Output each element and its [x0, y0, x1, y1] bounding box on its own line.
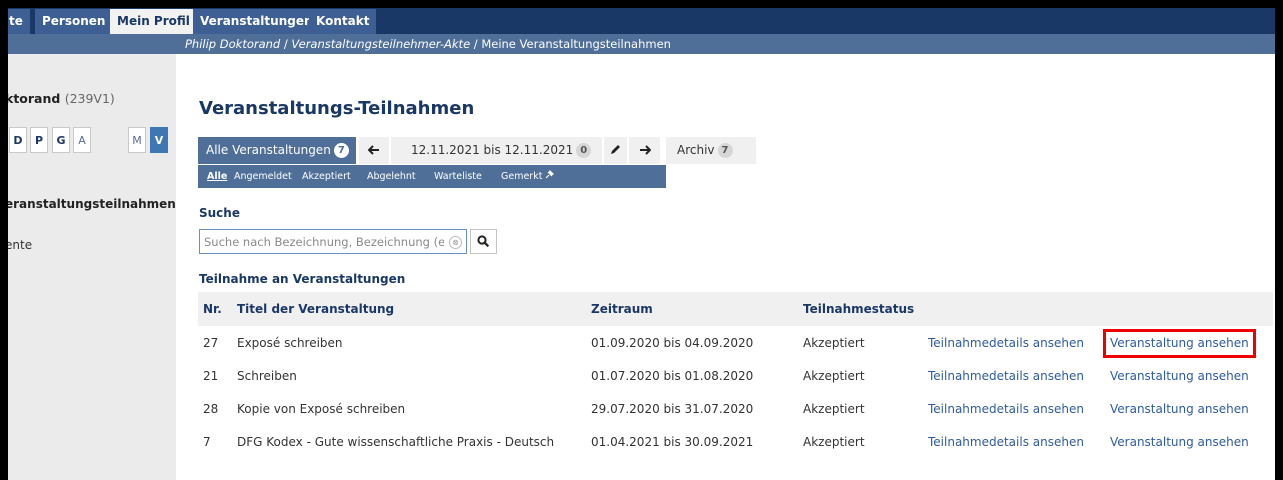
row-nr: 27 [203, 336, 219, 350]
page-title: Veranstaltungs-Teilnahmen [199, 98, 475, 119]
view-event-link[interactable]: Veranstaltung ansehen [1110, 426, 1249, 459]
top-navigation: te Personen Mein Profil Veranstaltungen … [8, 8, 1275, 34]
profile-name: ktorand (239V1) [8, 91, 115, 106]
pin-icon [546, 169, 555, 179]
sidebar-item-ente[interactable]: ente [8, 238, 32, 252]
status-tab-angemeldet[interactable]: Angemeldet [234, 165, 292, 188]
breadcrumb-item-person[interactable]: Philip Doktorand [185, 37, 280, 51]
row-nr: 28 [203, 402, 219, 416]
sidebar: ktorand (239V1) D P G A M V eranstaltung… [8, 54, 176, 480]
status-tab-gemerkt[interactable]: Gemerkt [501, 165, 555, 188]
search-field: ⊗ [199, 229, 467, 254]
tab-kontakt[interactable]: Kontakt [309, 9, 377, 34]
row-nr: 7 [203, 435, 211, 449]
status-tab-alle[interactable]: Alle [207, 165, 227, 188]
header-title: Titel der Veranstaltung [237, 302, 395, 316]
header-nr: Nr. [203, 302, 222, 316]
row-title: DFG Kodex - Gute wissenschaftliche Praxi… [237, 435, 555, 449]
all-events-count: 7 [333, 143, 349, 158]
status-tab-warteliste[interactable]: Warteliste [434, 165, 482, 188]
row-period: 01.07.2020 bis 01.08.2020 [591, 369, 754, 383]
row-title: Kopie von Exposé schreiben [237, 402, 406, 416]
search-button[interactable] [470, 229, 497, 254]
tab-mein-profil[interactable]: Mein Profil [110, 9, 197, 34]
header-status: Teilnahmestatus [803, 302, 915, 316]
row-title: Schreiben [237, 369, 297, 383]
row-status: Akzeptiert [803, 402, 865, 416]
table-header: Nr. Titel der Veranstaltung Zeitraum Tei… [198, 292, 1273, 326]
profile-code: (239V1) [64, 91, 115, 106]
table-row: 7 DFG Kodex - Gute wissenschaftliche Pra… [198, 426, 1273, 459]
row-period: 01.04.2021 bis 30.09.2021 [591, 435, 754, 449]
status-filter-bar: Alle Angemeldet Akzeptiert Abgelehnt War… [198, 165, 666, 188]
section-tab-a[interactable]: A [73, 127, 91, 153]
row-period: 01.09.2020 bis 04.09.2020 [591, 336, 754, 350]
date-range-count: 0 [576, 143, 592, 158]
table-row: 21 Schreiben 01.07.2020 bis 01.08.2020 A… [198, 360, 1273, 393]
date-range-filter[interactable]: 12.11.2021 bis 12.11.2021 0 [391, 137, 602, 164]
breadcrumb: Philip Doktorand / Veranstaltungsteilneh… [185, 34, 671, 54]
arrow-left-icon [367, 145, 379, 155]
breadcrumb-item-current: Meine Veranstaltungsteilnahmen [481, 37, 671, 51]
view-event-link[interactable]: Veranstaltung ansehen [1110, 360, 1249, 393]
tab-veranstaltungen[interactable]: Veranstaltungen [193, 9, 320, 34]
status-tab-gemerkt-label: Gemerkt [501, 171, 543, 182]
next-period-button[interactable] [629, 137, 660, 164]
breadcrumb-bar: Philip Doktorand / Veranstaltungsteilneh… [8, 34, 1275, 54]
breadcrumb-item-akte[interactable]: Veranstaltungsteilnehmer-Akte [291, 37, 470, 51]
search-label: Suche [199, 206, 240, 220]
view-event-link[interactable]: Veranstaltung ansehen [1103, 329, 1256, 358]
profile-name-text: ktorand [8, 91, 61, 106]
edit-period-button[interactable] [604, 137, 627, 164]
previous-period-button[interactable] [359, 137, 389, 164]
pencil-icon [611, 145, 620, 154]
all-events-button[interactable]: Alle Veranstaltungen 7 [198, 137, 356, 164]
search-input[interactable] [204, 233, 444, 251]
all-events-label: Alle Veranstaltungen [206, 143, 331, 157]
sidebar-item-veranstaltungsteilnahmen[interactable]: eranstaltungsteilnahmen [8, 197, 176, 211]
row-status: Akzeptiert [803, 369, 865, 383]
browser-frame: te Personen Mein Profil Veranstaltungen … [8, 8, 1275, 480]
view-event-link[interactable]: Veranstaltung ansehen [1110, 393, 1249, 426]
section-tab-m[interactable]: M [128, 127, 146, 153]
breadcrumb-separator: / [473, 37, 478, 51]
section-tab-p[interactable]: P [30, 127, 48, 153]
section-tab-d[interactable]: D [9, 127, 27, 153]
tab-personen[interactable]: Personen [35, 9, 113, 34]
archive-count: 7 [717, 143, 733, 158]
header-period: Zeitraum [591, 302, 653, 316]
table-row: 28 Kopie von Exposé schreiben 29.07.2020… [198, 393, 1273, 426]
arrow-right-icon [639, 145, 651, 155]
status-tab-abgelehnt[interactable]: Abgelehnt [367, 165, 416, 188]
breadcrumb-separator: / [283, 37, 288, 51]
status-tab-akzeptiert[interactable]: Akzeptiert [302, 165, 351, 188]
section-tab-g[interactable]: G [52, 127, 70, 153]
view-details-link[interactable]: Teilnahmedetails ansehen [928, 426, 1084, 459]
row-title: Exposé schreiben [237, 336, 343, 350]
row-status: Akzeptiert [803, 336, 865, 350]
magnifier-icon [477, 235, 490, 248]
tab-partial[interactable]: te [8, 9, 30, 34]
date-range-text: 12.11.2021 bis 12.11.2021 [411, 143, 574, 157]
row-period: 29.07.2020 bis 31.07.2020 [591, 402, 754, 416]
view-details-link[interactable]: Teilnahmedetails ansehen [928, 327, 1084, 360]
row-nr: 21 [203, 369, 219, 383]
table-row: 27 Exposé schreiben 01.09.2020 bis 04.09… [198, 327, 1273, 360]
archive-button[interactable]: Archiv 7 [666, 137, 756, 164]
view-details-link[interactable]: Teilnahmedetails ansehen [928, 393, 1084, 426]
table-label: Teilnahme an Veranstaltungen [199, 272, 406, 286]
view-details-link[interactable]: Teilnahmedetails ansehen [928, 360, 1084, 393]
archive-label: Archiv [677, 143, 715, 157]
row-status: Akzeptiert [803, 435, 865, 449]
section-tab-v[interactable]: V [150, 127, 168, 153]
clear-icon[interactable]: ⊗ [449, 236, 462, 249]
